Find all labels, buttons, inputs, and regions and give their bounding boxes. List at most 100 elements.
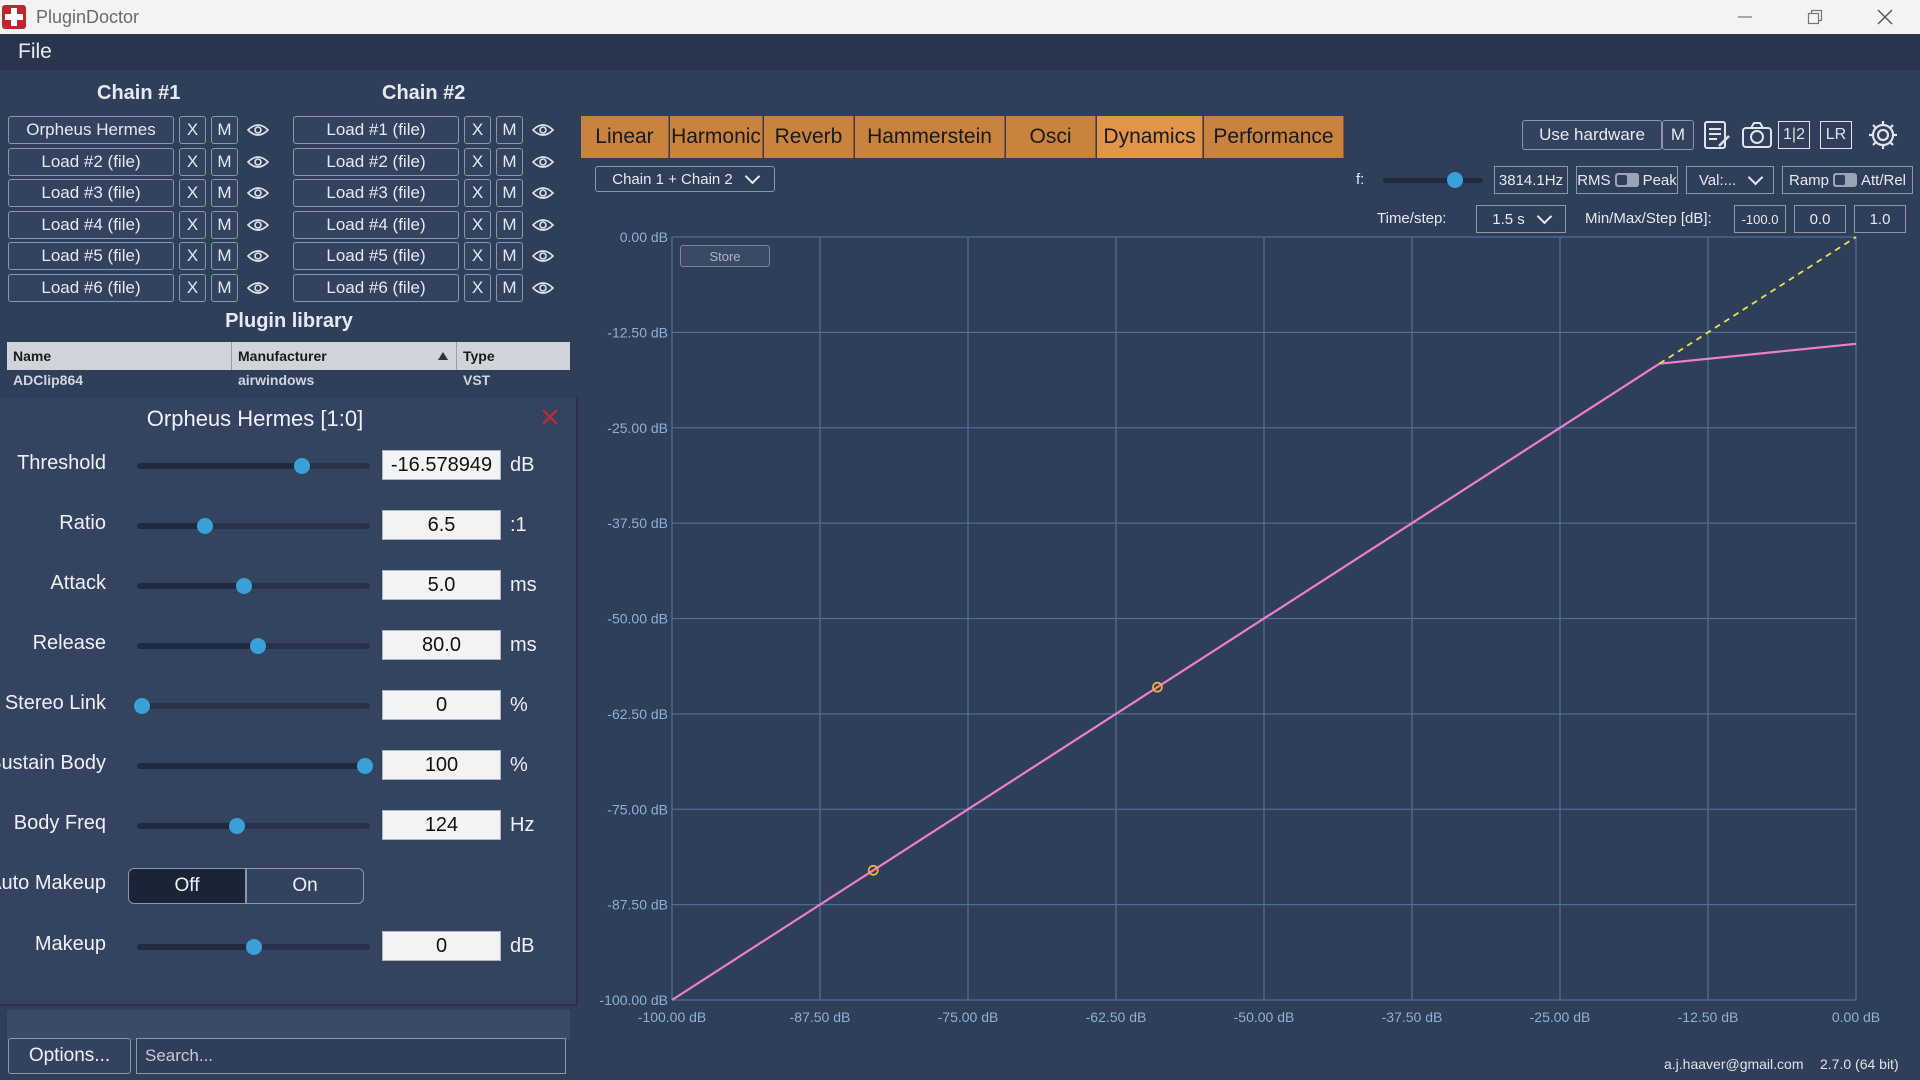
mute-plugin-button[interactable]: M	[211, 179, 238, 207]
param-slider[interactable]	[133, 698, 370, 714]
eye-icon[interactable]	[529, 116, 557, 144]
step-input[interactable]: 1.0	[1854, 205, 1906, 233]
load-plugin-button[interactable]: Load #6 (file)	[8, 273, 174, 302]
rms-peak-toggle[interactable]: RMS Peak	[1576, 166, 1678, 194]
param-slider[interactable]	[137, 638, 370, 654]
mute-plugin-button[interactable]: M	[211, 116, 238, 144]
mute-plugin-button[interactable]: M	[496, 210, 523, 239]
column-manufacturer[interactable]: Manufacturer	[232, 342, 457, 370]
mute-plugin-button[interactable]: M	[496, 179, 523, 207]
eye-icon[interactable]	[244, 274, 272, 302]
mute-plugin-button[interactable]: M	[211, 273, 238, 302]
load-plugin-button[interactable]: Load #2 (file)	[293, 147, 459, 176]
remove-plugin-button[interactable]: X	[179, 116, 206, 144]
store-button[interactable]: Store	[680, 245, 770, 267]
remove-plugin-button[interactable]: X	[464, 242, 491, 270]
eye-icon[interactable]	[244, 211, 272, 239]
eye-icon[interactable]	[244, 242, 272, 270]
load-plugin-button[interactable]: Load #3 (file)	[8, 179, 174, 207]
slider-thumb[interactable]	[236, 578, 253, 594]
auto-makeup-off-button[interactable]: Off	[128, 868, 246, 904]
eye-icon[interactable]	[529, 179, 557, 207]
param-slider[interactable]	[137, 458, 370, 474]
eye-icon[interactable]	[244, 116, 272, 144]
remove-plugin-button[interactable]: X	[179, 179, 206, 207]
load-plugin-button[interactable]: Load #5 (file)	[293, 242, 459, 270]
use-hardware-button[interactable]: Use hardware	[1522, 120, 1662, 150]
ramp-attrel-toggle[interactable]: Ramp Att/Rel	[1782, 166, 1913, 194]
eye-icon[interactable]	[529, 242, 557, 270]
param-value[interactable]: 5.0	[382, 570, 501, 600]
tab-dynamics[interactable]: Dynamics	[1097, 116, 1203, 158]
param-value[interactable]: 100	[382, 750, 501, 780]
eye-icon[interactable]	[244, 148, 272, 176]
tab-hammerstein[interactable]: Hammerstein	[855, 116, 1005, 158]
param-slider[interactable]	[137, 818, 370, 834]
load-plugin-button[interactable]: Load #6 (file)	[293, 273, 459, 302]
tab-performance[interactable]: Performance	[1204, 116, 1344, 158]
eye-icon[interactable]	[529, 148, 557, 176]
eye-icon[interactable]	[529, 211, 557, 239]
tab-osci[interactable]: Osci	[1006, 116, 1096, 158]
menu-file[interactable]: File	[18, 40, 52, 64]
slider-thumb[interactable]	[229, 818, 246, 834]
screenshot-button[interactable]	[1740, 118, 1774, 152]
load-plugin-button[interactable]: Load #3 (file)	[293, 179, 459, 207]
mute-plugin-button[interactable]: M	[211, 210, 238, 239]
load-plugin-button[interactable]: Load #4 (file)	[8, 210, 174, 239]
chain-select[interactable]: Chain 1 + Chain 2	[595, 166, 775, 192]
channels-button[interactable]: 1|2	[1778, 121, 1810, 149]
makeup-slider[interactable]	[137, 939, 370, 955]
max-input[interactable]: 0.0	[1794, 205, 1846, 233]
notes-button[interactable]	[1700, 118, 1734, 152]
load-plugin-button[interactable]: Load #5 (file)	[8, 242, 174, 270]
column-name[interactable]: Name	[7, 342, 232, 370]
param-value[interactable]: 124	[382, 810, 501, 840]
param-slider[interactable]	[137, 578, 370, 594]
minimize-button[interactable]	[1710, 0, 1780, 34]
mute-plugin-button[interactable]: M	[496, 242, 523, 270]
remove-plugin-button[interactable]: X	[464, 116, 491, 144]
makeup-value[interactable]: 0	[382, 931, 501, 961]
tab-reverb[interactable]: Reverb	[764, 116, 854, 158]
eye-icon[interactable]	[244, 179, 272, 207]
settings-button[interactable]	[1866, 118, 1900, 152]
slider-thumb[interactable]	[133, 698, 150, 714]
freq-slider[interactable]	[1383, 172, 1483, 188]
param-slider[interactable]	[137, 518, 370, 534]
mute-plugin-button[interactable]: M	[496, 273, 523, 302]
param-value[interactable]: 80.0	[382, 630, 501, 660]
remove-plugin-button[interactable]: X	[464, 179, 491, 207]
remove-plugin-button[interactable]: X	[179, 147, 206, 176]
slider-thumb[interactable]	[1447, 172, 1463, 188]
remove-plugin-button[interactable]: X	[464, 273, 491, 302]
slider-thumb[interactable]	[294, 458, 311, 474]
restore-button[interactable]	[1780, 0, 1850, 34]
mute-plugin-button[interactable]: M	[211, 147, 238, 176]
load-plugin-button[interactable]: Load #2 (file)	[8, 147, 174, 176]
slider-thumb[interactable]	[357, 758, 374, 774]
tab-linear[interactable]: Linear	[581, 116, 669, 158]
lr-button[interactable]: LR	[1820, 121, 1852, 149]
param-value[interactable]: -16.578949	[382, 450, 501, 480]
remove-plugin-button[interactable]: X	[464, 147, 491, 176]
remove-plugin-button[interactable]: X	[464, 210, 491, 239]
table-row[interactable]: ADClip864 airwindows VST	[7, 372, 570, 394]
auto-makeup-on-button[interactable]: On	[246, 868, 364, 904]
slider-thumb[interactable]	[250, 638, 267, 654]
slider-thumb[interactable]	[196, 518, 213, 534]
param-value[interactable]: 0	[382, 690, 501, 720]
options-button[interactable]: Options...	[8, 1038, 131, 1074]
editor-close-button[interactable]	[542, 404, 558, 432]
remove-plugin-button[interactable]: X	[179, 210, 206, 239]
close-window-button[interactable]	[1850, 0, 1920, 34]
mute-button[interactable]: M	[1662, 120, 1694, 150]
search-input[interactable]	[136, 1038, 566, 1074]
load-plugin-button[interactable]: Load #4 (file)	[293, 210, 459, 239]
value-select[interactable]: Val:...	[1686, 166, 1774, 194]
mute-plugin-button[interactable]: M	[496, 116, 523, 144]
time-step-select[interactable]: 1.5 s	[1476, 205, 1566, 233]
remove-plugin-button[interactable]: X	[179, 242, 206, 270]
column-type[interactable]: Type	[457, 342, 570, 370]
load-plugin-button[interactable]: Load #1 (file)	[293, 116, 459, 144]
